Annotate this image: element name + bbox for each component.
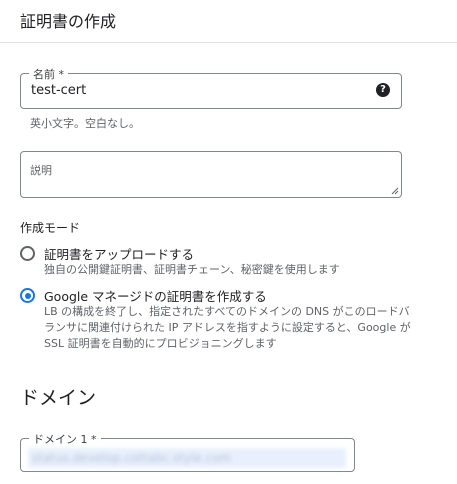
radio-google-managed-certificate-label[interactable]: Google マネージドの証明書を作成する [44, 286, 267, 305]
domains-heading: ドメイン [20, 387, 97, 409]
radio-google-managed-certificate-description: LB の構成を終了し、指定されたすべてのドメインの DNS がこのロードバランサ… [44, 305, 411, 350]
header-divider [0, 42, 457, 43]
create-certificate-page: 証明書の作成 名前 * test-cert ? 英小文字。空白なし。 説明 作成… [0, 0, 457, 484]
radio-upload-certificate-description: 独自の公開鍵証明書、証明書チェーン、秘密鍵を使用します [44, 263, 340, 276]
name-field-label: 名前 * [29, 66, 68, 82]
page-title: 証明書の作成 [20, 12, 117, 31]
radio-google-managed-certificate[interactable] [20, 288, 35, 303]
domain-1-value[interactable]: status.develop.cottabc.style.com [28, 448, 346, 468]
radio-upload-certificate-label[interactable]: 証明書をアップロードする [44, 244, 194, 263]
name-field-hint: 英小文字。空白なし。 [30, 117, 140, 130]
domain-1-field[interactable]: ドメイン 1 * status.develop.cottabc.style.co… [20, 431, 355, 472]
resize-grip-icon[interactable] [391, 187, 399, 195]
domain-1-field-label: ドメイン 1 * [29, 431, 101, 447]
description-field[interactable]: 説明 [20, 151, 402, 198]
help-icon[interactable]: ? [376, 83, 390, 97]
name-field-value[interactable]: test-cert [31, 83, 86, 98]
radio-upload-certificate[interactable] [20, 246, 35, 261]
name-field[interactable]: 名前 * test-cert ? [20, 66, 402, 109]
description-placeholder: 説明 [30, 164, 52, 177]
creation-mode-label: 作成モード [20, 221, 81, 235]
